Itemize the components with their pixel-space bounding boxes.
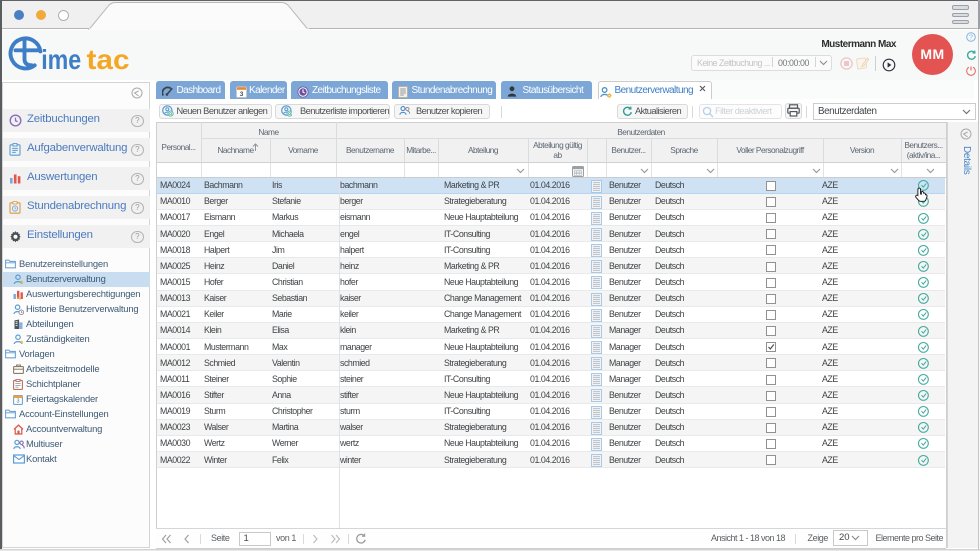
- svg-text:ime: ime: [41, 44, 81, 75]
- svg-text:?: ?: [969, 35, 973, 42]
- svg-text:3: 3: [16, 398, 19, 404]
- svg-text:3: 3: [239, 90, 243, 97]
- svg-text:tac: tac: [87, 44, 130, 75]
